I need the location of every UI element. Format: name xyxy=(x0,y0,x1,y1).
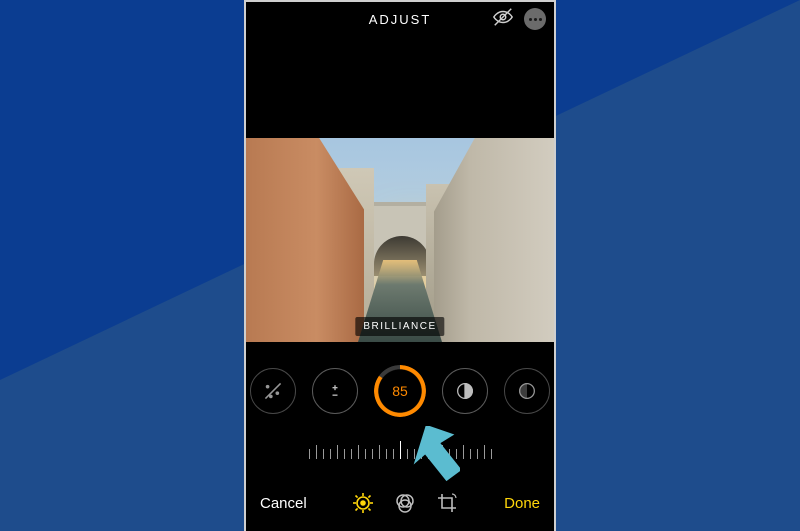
value-slider[interactable] xyxy=(246,430,554,470)
dial-shadows[interactable] xyxy=(504,368,550,414)
dial-exposure[interactable] xyxy=(312,368,358,414)
empty-space xyxy=(246,36,554,138)
adjustment-name-label: BRILLIANCE xyxy=(355,317,444,336)
editor-bottombar: Cancel xyxy=(246,483,554,525)
editor-topbar: ADJUST xyxy=(246,2,554,36)
mode-title: ADJUST xyxy=(369,12,432,27)
tool-tabs xyxy=(351,491,459,515)
filters-tab-icon[interactable] xyxy=(393,491,417,515)
crop-tab-icon[interactable] xyxy=(435,491,459,515)
dial-auto[interactable] xyxy=(250,368,296,414)
dial-brilliance-active[interactable]: 85 xyxy=(374,365,426,417)
adjustment-dials-row[interactable]: 85 xyxy=(246,352,554,430)
adjustment-value: 85 xyxy=(392,383,408,399)
slider-center-tick xyxy=(400,441,401,459)
done-button[interactable]: Done xyxy=(504,495,540,512)
ellipsis-icon xyxy=(529,18,532,21)
page-background: ADJUST xyxy=(0,0,800,531)
adjust-tab-icon[interactable] xyxy=(351,491,375,515)
cancel-button[interactable]: Cancel xyxy=(260,495,307,512)
photo-preview[interactable]: BRILLIANCE xyxy=(246,138,554,342)
phone-screen: ADJUST xyxy=(244,0,556,531)
topbar-actions xyxy=(492,2,546,36)
dial-highlights[interactable] xyxy=(442,368,488,414)
slider-ticks xyxy=(309,441,492,459)
more-options-button[interactable] xyxy=(524,8,546,30)
preview-toggle-icon[interactable] xyxy=(492,6,514,33)
